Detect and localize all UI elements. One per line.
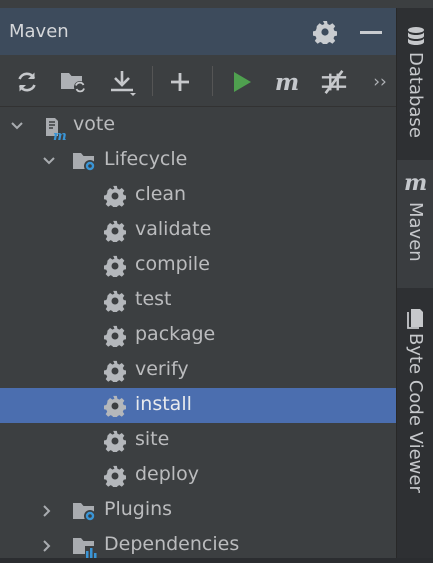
tree-goal-test[interactable]: test xyxy=(0,283,396,318)
execute-goal-icon[interactable]: m xyxy=(273,68,301,96)
gear-icon xyxy=(103,430,127,454)
chevron-right-icon[interactable] xyxy=(40,503,54,517)
reload-icon[interactable] xyxy=(13,68,41,96)
gear-icon xyxy=(103,290,127,314)
tab-byte-code-viewer-label: Byte Code Viewer xyxy=(405,333,426,493)
tree-item-label: install xyxy=(135,393,192,415)
tree-item-label: clean xyxy=(135,183,187,205)
reimport-folder-icon[interactable] xyxy=(60,68,88,96)
tree-item-label: verify xyxy=(135,358,189,380)
tree-item-label: Plugins xyxy=(104,498,173,520)
tree-item-label: package xyxy=(135,323,216,345)
document-icon xyxy=(407,307,425,333)
skip-tests-icon[interactable] xyxy=(320,68,348,96)
tree-root-vote[interactable]: m vote xyxy=(0,108,396,144)
gear-icon xyxy=(103,395,127,419)
database-icon xyxy=(406,26,426,52)
right-tool-strip: Database m Maven Byte Code Viewer xyxy=(396,8,433,558)
maven-icon: m xyxy=(404,170,428,196)
maven-tool-window: Maven m ›› m vote Lifecycle clean valida… xyxy=(0,0,396,558)
tree-plugins[interactable]: Plugins xyxy=(0,493,396,528)
maven-toolbar: m ›› xyxy=(0,56,396,107)
tree-goal-verify[interactable]: verify xyxy=(0,353,396,388)
gear-icon xyxy=(103,360,127,384)
tree-item-label: compile xyxy=(135,253,210,275)
tree-goal-package[interactable]: package xyxy=(0,318,396,353)
tool-window-header: Maven xyxy=(0,8,396,55)
gear-icon xyxy=(103,185,127,209)
tree-goal-validate[interactable]: validate xyxy=(0,213,396,248)
tree-item-label: test xyxy=(135,288,172,310)
tree-goal-clean[interactable]: clean xyxy=(0,178,396,213)
tree-item-label: Dependencies xyxy=(104,533,240,555)
gear-icon xyxy=(103,255,127,279)
tree-item-label: Lifecycle xyxy=(104,148,188,170)
tree-item-label: validate xyxy=(135,218,212,240)
tree-item-label: vote xyxy=(73,113,116,135)
gear-icon[interactable] xyxy=(312,20,338,46)
add-icon[interactable] xyxy=(166,68,194,96)
tab-maven-label: Maven xyxy=(405,202,426,262)
tab-database[interactable]: Database xyxy=(397,22,433,148)
run-icon[interactable] xyxy=(228,68,256,96)
tree-item-label: deploy xyxy=(135,463,199,485)
gear-icon xyxy=(103,220,127,244)
toolbar-separator xyxy=(152,66,153,96)
tree-goal-site[interactable]: site xyxy=(0,423,396,458)
tree-item-label: site xyxy=(135,428,170,450)
download-icon[interactable] xyxy=(108,68,136,96)
tree-goal-install[interactable]: install xyxy=(0,388,396,423)
tab-database-label: Database xyxy=(405,52,426,138)
tab-maven[interactable]: m Maven xyxy=(397,160,433,288)
tab-byte-code-viewer[interactable]: Byte Code Viewer xyxy=(397,303,433,503)
svg-text:m: m xyxy=(53,129,67,141)
plugins-folder-icon xyxy=(72,500,96,522)
tree-lifecycle[interactable]: Lifecycle xyxy=(0,143,396,178)
tree-goal-deploy[interactable]: deploy xyxy=(0,458,396,493)
maven-project-icon: m xyxy=(43,115,67,144)
lifecycle-folder-icon xyxy=(72,150,96,172)
tool-window-title: Maven xyxy=(9,21,69,42)
toolbar-separator xyxy=(212,66,213,96)
chevron-right-icon[interactable] xyxy=(40,538,54,552)
gear-icon xyxy=(103,325,127,349)
more-chevron-icon[interactable]: ›› xyxy=(366,68,394,96)
chevron-down-icon[interactable] xyxy=(10,118,24,132)
dependencies-folder-icon xyxy=(72,535,97,558)
gear-icon xyxy=(103,465,127,489)
chevron-down-icon[interactable] xyxy=(42,153,56,167)
minimize-icon[interactable] xyxy=(360,31,382,34)
tree-goal-compile[interactable]: compile xyxy=(0,248,396,283)
